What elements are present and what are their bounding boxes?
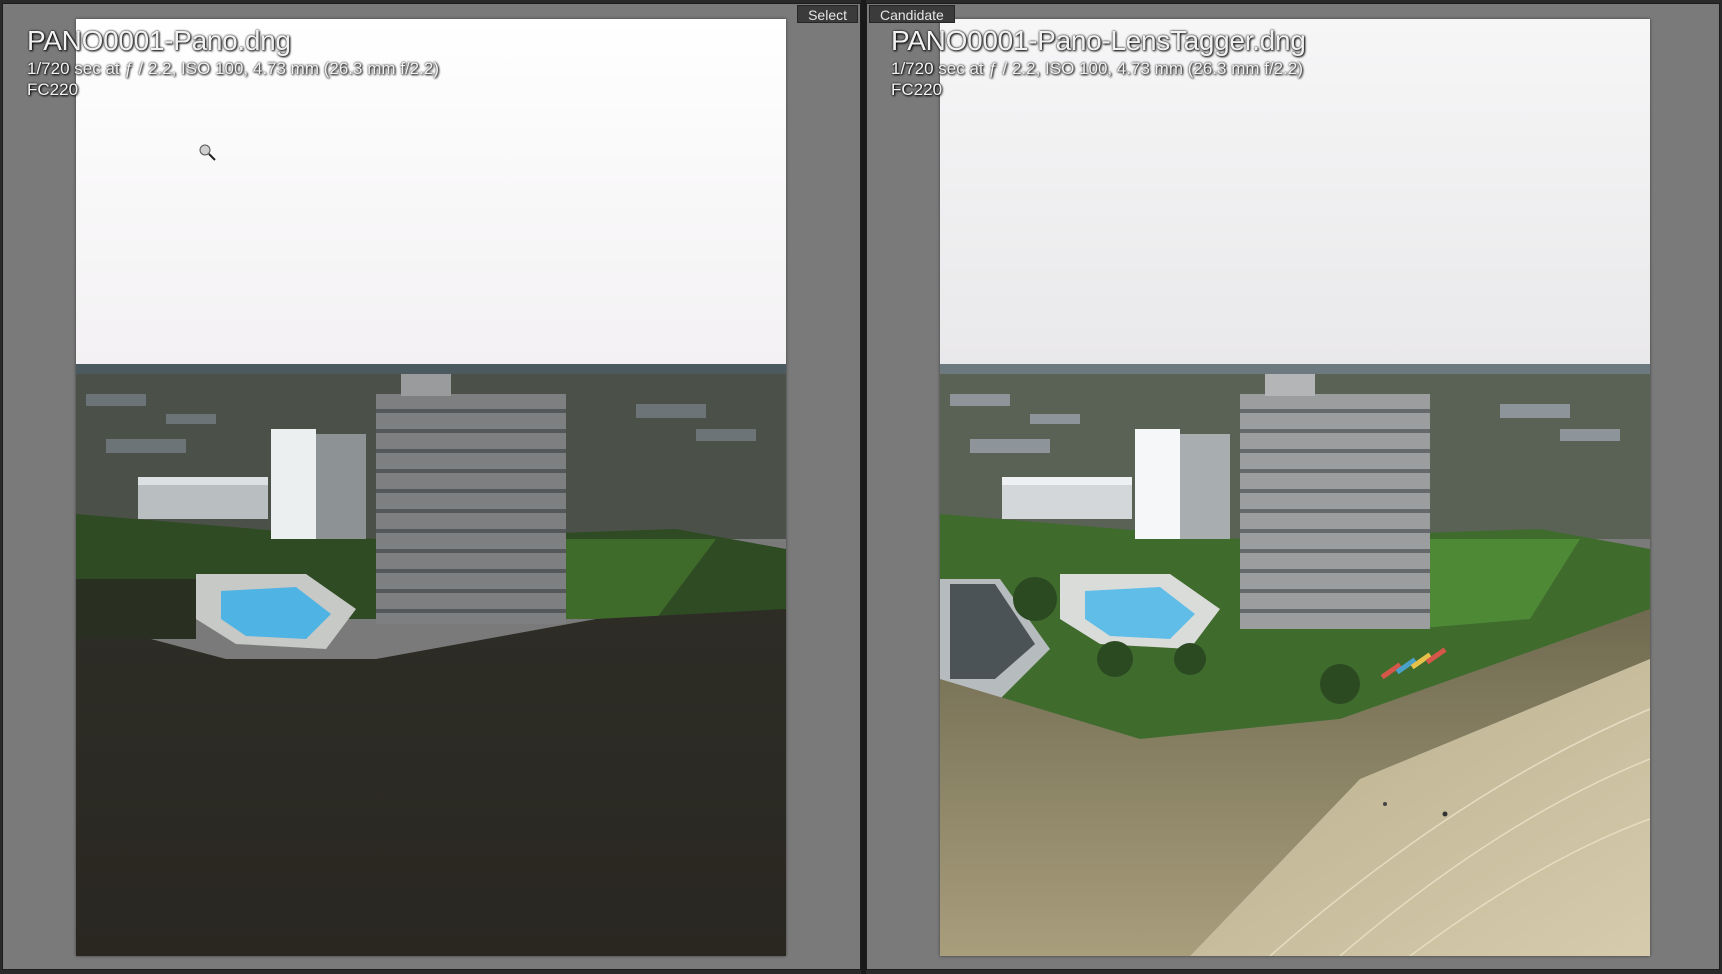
- candidate-exif: 1/720 sec at ƒ / 2.2, ISO 100, 4.73 mm (…: [891, 59, 1303, 78]
- candidate-tag-button[interactable]: Candidate: [869, 5, 955, 23]
- select-photo-image: [76, 19, 786, 956]
- candidate-photo-info: PANO0001-Pano-LensTagger.dng 1/720 sec a…: [891, 24, 1306, 100]
- candidate-pane[interactable]: Candidate PANO0001-Pano-LensTagger.dng 1…: [866, 3, 1720, 970]
- candidate-photo[interactable]: [940, 19, 1650, 956]
- candidate-filename: PANO0001-Pano-LensTagger.dng: [891, 25, 1306, 56]
- candidate-camera: FC220: [891, 80, 943, 99]
- select-pane[interactable]: Select PANO0001-Pano.dng 1/720 sec at ƒ …: [2, 3, 861, 970]
- select-camera: FC220: [27, 80, 79, 99]
- select-photo[interactable]: [76, 19, 786, 956]
- compare-view: Select PANO0001-Pano.dng 1/720 sec at ƒ …: [0, 0, 1722, 974]
- select-tag-button[interactable]: Select: [797, 5, 858, 23]
- candidate-photo-image: [940, 19, 1650, 956]
- select-filename: PANO0001-Pano.dng: [27, 25, 291, 56]
- zoom-magnifier-icon: [199, 144, 216, 161]
- select-photo-info: PANO0001-Pano.dng 1/720 sec at ƒ / 2.2, …: [27, 24, 439, 100]
- select-exif: 1/720 sec at ƒ / 2.2, ISO 100, 4.73 mm (…: [27, 59, 439, 78]
